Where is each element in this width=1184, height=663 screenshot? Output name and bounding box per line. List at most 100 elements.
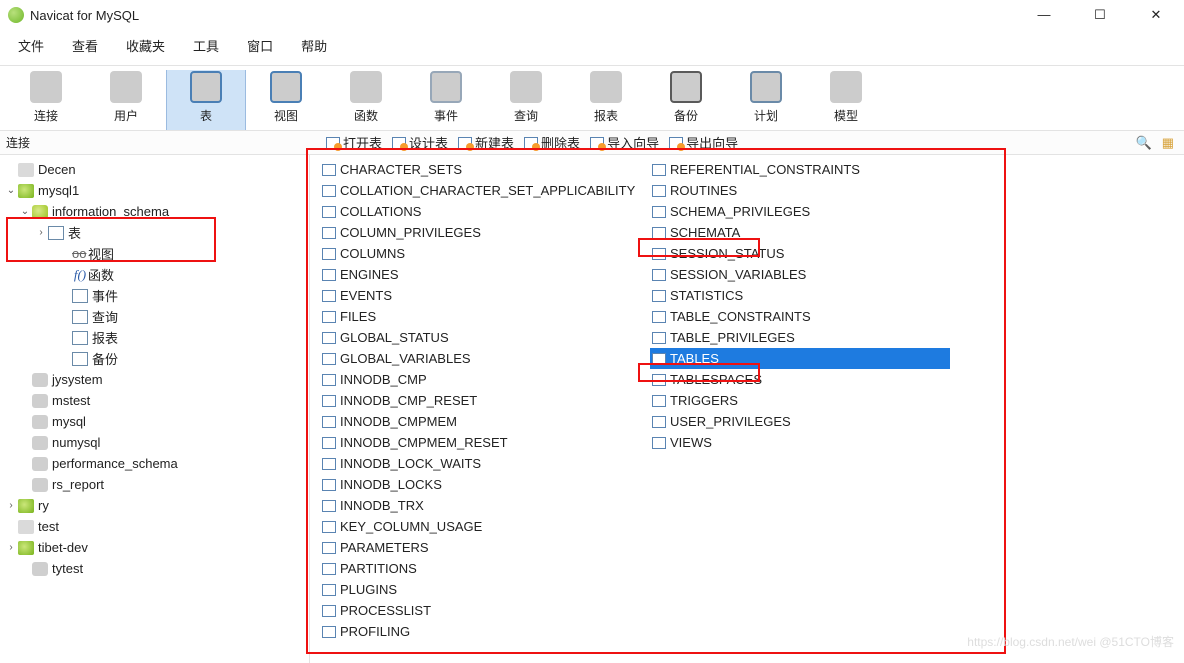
table-item[interactable]: INNODB_LOCK_WAITS [320, 453, 640, 474]
minimize-button[interactable]: — [1030, 7, 1058, 23]
table-item[interactable]: PARTITIONS [320, 558, 640, 579]
menu-5[interactable]: 帮助 [287, 32, 341, 59]
table-item[interactable]: COLUMNS [320, 243, 640, 264]
table-item[interactable]: PROCESSLIST [320, 600, 640, 621]
table-item[interactable]: USER_PRIVILEGES [650, 411, 950, 432]
table-item[interactable]: CHARACTER_SETS [320, 159, 640, 180]
conn-test[interactable]: test [0, 516, 309, 537]
menu-1[interactable]: 查看 [58, 32, 112, 59]
db-tytest-label: tytest [52, 561, 83, 576]
conn-tibet-dev[interactable]: › tibet-dev [0, 537, 309, 558]
tool-function[interactable]: 函数 [326, 70, 406, 130]
search-icon[interactable]: 🔍 [1136, 135, 1152, 151]
maximize-button[interactable]: ☐ [1086, 7, 1114, 23]
db-information-schema-twist[interactable]: ⌄ [18, 206, 32, 217]
node-tables[interactable]: › 表 [0, 222, 309, 243]
node-queries-label: 查询 [92, 307, 118, 326]
db-mysql[interactable]: mysql [0, 411, 309, 432]
table-item[interactable]: PLUGINS [320, 579, 640, 600]
table-item[interactable]: TRIGGERS [650, 390, 950, 411]
table-icon [322, 353, 336, 365]
table-item[interactable]: SCHEMA_PRIVILEGES [650, 201, 950, 222]
subtool-5[interactable]: 导出向导 [667, 132, 740, 153]
conn-tibet-dev-twist[interactable]: › [4, 542, 18, 553]
node-queries[interactable]: 查询 [0, 306, 309, 327]
conn-mysql1[interactable]: ⌄ mysql1 [0, 180, 309, 201]
table-item[interactable]: REFERENTIAL_CONSTRAINTS [650, 159, 950, 180]
subtool-4[interactable]: 导入向导 [588, 132, 661, 153]
table-item[interactable]: INNODB_LOCKS [320, 474, 640, 495]
table-item[interactable]: SESSION_STATUS [650, 243, 950, 264]
conn-ry[interactable]: › ry [0, 495, 309, 516]
table-item[interactable]: SCHEMATA [650, 222, 950, 243]
table-item[interactable]: TABLE_PRIVILEGES [650, 327, 950, 348]
table-item[interactable]: STATISTICS [650, 285, 950, 306]
node-views[interactable]: oo 视图 [0, 243, 309, 264]
table-item[interactable]: EVENTS [320, 285, 640, 306]
table-item[interactable]: INNODB_CMPMEM [320, 411, 640, 432]
close-button[interactable]: ✕ [1142, 7, 1170, 23]
db-information-schema[interactable]: ⌄ information_schema [0, 201, 309, 222]
table-item[interactable]: ROUTINES [650, 180, 950, 201]
menu-4[interactable]: 窗口 [233, 32, 287, 59]
tool-schedule[interactable]: 计划 [726, 70, 806, 130]
table-item[interactable]: COLLATIONS [320, 201, 640, 222]
table-item[interactable]: GLOBAL_STATUS [320, 327, 640, 348]
node-functions[interactable]: f() 函数 [0, 264, 309, 285]
conn-mysql1-twist[interactable]: ⌄ [4, 185, 18, 196]
node-backups[interactable]: 备份 [0, 348, 309, 369]
tool-model[interactable]: 模型 [806, 70, 886, 130]
table-item[interactable]: GLOBAL_VARIABLES [320, 348, 640, 369]
table-item[interactable]: TABLES [650, 348, 950, 369]
table-item[interactable]: INNODB_CMP_RESET [320, 390, 640, 411]
db-performance-schema[interactable]: performance_schema [0, 453, 309, 474]
table-item[interactable]: KEY_COLUMN_USAGE [320, 516, 640, 537]
node-tables-twist[interactable]: › [34, 227, 48, 238]
tool-report[interactable]: 报表 [566, 70, 646, 130]
tool-view[interactable]: 视图 [246, 70, 326, 130]
conn-ry-twist[interactable]: › [4, 500, 18, 511]
subtool-3[interactable]: 删除表 [522, 132, 582, 153]
table-item[interactable]: FILES [320, 306, 640, 327]
menu-0[interactable]: 文件 [4, 32, 58, 59]
tool-event[interactable]: 事件 [406, 70, 486, 130]
db-mstest[interactable]: mstest [0, 390, 309, 411]
db-rs-report[interactable]: rs_report [0, 474, 309, 495]
menu-3[interactable]: 工具 [179, 32, 233, 59]
subtool-0[interactable]: 打开表 [324, 132, 384, 153]
table-item[interactable]: VIEWS [650, 432, 950, 453]
table-icon [322, 479, 336, 491]
node-reports[interactable]: 报表 [0, 327, 309, 348]
table-item[interactable]: TABLE_CONSTRAINTS [650, 306, 950, 327]
tool-table[interactable]: 表 [166, 70, 246, 130]
table-item[interactable]: INNODB_CMP [320, 369, 640, 390]
grid-view-icon[interactable]: ▦ [1162, 135, 1174, 151]
table-item[interactable]: COLLATION_CHARACTER_SET_APPLICABILITY [320, 180, 640, 201]
table-item[interactable]: PARAMETERS [320, 537, 640, 558]
table-item[interactable]: PROFILING [320, 621, 640, 642]
node-events[interactable]: 事件 [0, 285, 309, 306]
db-numysql[interactable]: numysql [0, 432, 309, 453]
table-item[interactable]: SESSION_VARIABLES [650, 264, 950, 285]
subtool-1[interactable]: 设计表 [390, 132, 450, 153]
subtool-0-icon [326, 137, 340, 149]
table-item[interactable]: ENGINES [320, 264, 640, 285]
table-icon [652, 248, 666, 260]
tool-user[interactable]: 用户 [86, 70, 166, 130]
tool-query[interactable]: 查询 [486, 70, 566, 130]
tool-function-label: 函数 [354, 107, 378, 124]
subtool-2[interactable]: 新建表 [456, 132, 516, 153]
db-tytest[interactable]: tytest [0, 558, 309, 579]
table-item[interactable]: COLUMN_PRIVILEGES [320, 222, 640, 243]
table-icon [322, 395, 336, 407]
table-item[interactable]: TABLESPACES [650, 369, 950, 390]
menu-2[interactable]: 收藏夹 [112, 32, 179, 59]
conn-decen[interactable]: Decen [0, 159, 309, 180]
tool-connect[interactable]: 连接 [6, 70, 86, 130]
table-item[interactable]: INNODB_CMPMEM_RESET [320, 432, 640, 453]
db-jysystem[interactable]: jysystem [0, 369, 309, 390]
table-item[interactable]: INNODB_TRX [320, 495, 640, 516]
subtool-2-icon [458, 137, 472, 149]
table-item-label: TABLE_CONSTRAINTS [670, 309, 811, 324]
tool-backup[interactable]: 备份 [646, 70, 726, 130]
